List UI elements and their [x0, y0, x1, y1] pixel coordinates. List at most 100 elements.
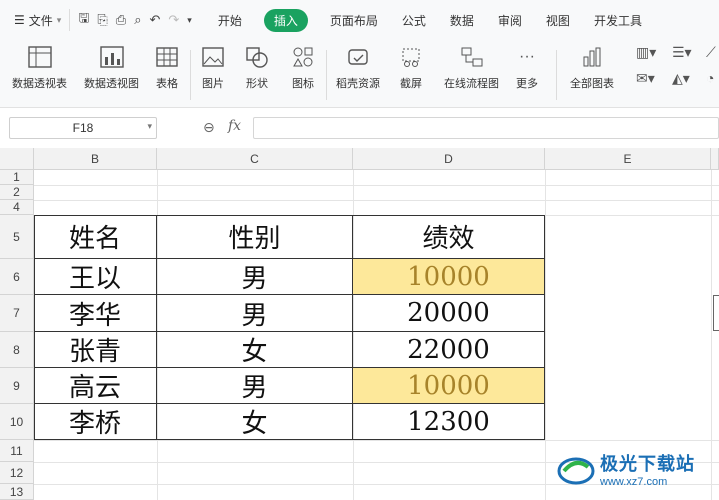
column-header-b[interactable]: B	[34, 148, 157, 170]
more-icon: ···	[519, 48, 535, 65]
tab-review[interactable]: 审阅	[486, 9, 534, 32]
area-chart-icon[interactable]: ◭▾	[672, 70, 690, 87]
picture-label: 图片	[202, 78, 224, 90]
select-all-corner[interactable]	[0, 148, 34, 170]
fx-icon[interactable]: fx	[228, 118, 241, 134]
picture-icon	[200, 44, 226, 70]
shape-button[interactable]: 形状	[244, 44, 270, 91]
more-label: 更多	[516, 78, 538, 90]
docer-resources-label: 稻壳资源	[336, 78, 380, 90]
row-header-4[interactable]: 4	[0, 200, 34, 215]
shape-label: 形状	[246, 78, 268, 90]
file-menu[interactable]: ☰ 文件 ▾	[0, 12, 69, 29]
more-button[interactable]: ··· 更多	[514, 44, 540, 91]
file-menu-label: 文件	[28, 13, 53, 28]
row-header-5[interactable]: 5	[0, 215, 34, 259]
table-cell[interactable]: 女	[157, 404, 353, 440]
row-header-2[interactable]: 2	[0, 185, 34, 200]
table-cell[interactable]: 男	[157, 368, 353, 404]
print-preview-icon[interactable]: ⌕	[134, 12, 141, 28]
table-button[interactable]: 表格	[154, 44, 180, 91]
formula-input[interactable]	[253, 117, 719, 139]
pie-chart-icon[interactable]: ◔	[706, 70, 714, 86]
table-cell[interactable]: 高云	[34, 368, 157, 404]
table-cell[interactable]: 张青	[34, 332, 157, 368]
line-chart-icon[interactable]: ⟋	[706, 44, 716, 61]
name-box[interactable]: F18 ▾	[9, 117, 157, 139]
tab-home[interactable]: 开始	[206, 9, 254, 32]
table-cell[interactable]: 李华	[34, 295, 157, 332]
watermark-url: www.xz7.com	[600, 476, 668, 488]
all-charts-button[interactable]: 全部图表	[570, 44, 614, 91]
chevron-down-icon: ▾	[56, 14, 62, 25]
header-cell-gender[interactable]: 性别	[157, 215, 353, 259]
redo-icon[interactable]: ↷	[168, 12, 179, 28]
envelope-chart-icon[interactable]: ✉▾	[636, 70, 655, 87]
row-header-10[interactable]: 10	[0, 404, 34, 440]
bar-chart-icon	[579, 44, 605, 70]
pivot-chart-button[interactable]: 数据透视图	[84, 44, 139, 91]
row-header-1[interactable]: 1	[0, 170, 34, 185]
column-header-c[interactable]: C	[157, 148, 353, 170]
all-charts-label: 全部图表	[570, 78, 614, 90]
tab-data[interactable]: 数据	[438, 9, 486, 32]
table-cell-highlighted[interactable]: 10000	[353, 368, 545, 404]
scissors-icon	[398, 44, 424, 70]
gridline	[545, 170, 546, 500]
screenshot-button[interactable]: 截屏	[398, 44, 424, 91]
picture-button[interactable]: 图片	[200, 44, 226, 91]
tab-developer[interactable]: 开发工具	[582, 9, 654, 32]
pivot-chart-icon	[99, 44, 125, 70]
online-flowchart-label: 在线流程图	[444, 78, 499, 90]
table-cell[interactable]: 男	[157, 259, 353, 295]
hamburger-icon: ☰	[14, 13, 25, 27]
table-cell[interactable]: 12300	[353, 404, 545, 440]
tab-insert[interactable]: 插入	[263, 8, 308, 32]
table-cell[interactable]: 王以	[34, 259, 157, 295]
docer-resources-button[interactable]: 稻壳资源	[336, 44, 380, 91]
column-chart-icon[interactable]: ▥▾	[636, 44, 656, 61]
table-icon	[154, 44, 180, 70]
table-cell[interactable]: 22000	[353, 332, 545, 368]
save-icon[interactable]: 🖫	[78, 9, 89, 31]
bar-chart-horizontal-icon[interactable]: ☰▾	[672, 44, 692, 61]
column-header-d[interactable]: D	[353, 148, 545, 170]
column-header-e[interactable]: E	[545, 148, 711, 170]
customize-icon[interactable]: ▾	[187, 15, 192, 26]
tab-view[interactable]: 视图	[534, 9, 582, 32]
table-cell[interactable]: 男	[157, 295, 353, 332]
pivot-chart-label: 数据透视图	[84, 78, 139, 90]
row-header-6[interactable]: 6	[0, 259, 34, 295]
row-header-13[interactable]: 13	[0, 484, 34, 500]
table-cell[interactable]: 李桥	[34, 404, 157, 440]
row-header-12[interactable]: 12	[0, 462, 34, 484]
site-watermark: 极光下载站 www.xz7.com	[556, 444, 716, 494]
table-cell-highlighted[interactable]: 10000	[353, 259, 545, 295]
row-header-11[interactable]: 11	[0, 440, 34, 462]
table-cell[interactable]: 女	[157, 332, 353, 368]
tab-formulas[interactable]: 公式	[390, 9, 438, 32]
offscreen-cell	[713, 295, 719, 331]
pivot-table-icon	[27, 44, 53, 70]
row-header-7[interactable]: 7	[0, 295, 34, 332]
print-icon[interactable]: ⎙	[116, 12, 126, 28]
export-icon[interactable]: ⎘	[97, 12, 107, 28]
header-cell-name[interactable]: 姓名	[34, 215, 157, 259]
zoom-icon[interactable]: ⊖	[203, 119, 215, 136]
gridline	[34, 440, 719, 441]
chevron-down-icon: ▾	[147, 121, 152, 131]
pivot-table-button[interactable]: 数据透视表	[12, 44, 67, 91]
column-header-f[interactable]	[711, 148, 719, 170]
ribbon-divider	[556, 50, 557, 100]
row-header-8[interactable]: 8	[0, 332, 34, 368]
row-header-9[interactable]: 9	[0, 368, 34, 404]
online-flowchart-button[interactable]: 在线流程图	[444, 44, 499, 91]
cell-reference: F18	[72, 121, 94, 135]
tab-page-layout[interactable]: 页面布局	[318, 9, 390, 32]
table-cell[interactable]: 20000	[353, 295, 545, 332]
icons-button[interactable]: 图标	[290, 44, 316, 91]
flowchart-icon	[459, 44, 485, 70]
formula-bar: F18 ▾ ⊖ fx	[0, 108, 719, 148]
header-cell-performance[interactable]: 绩效	[353, 215, 545, 259]
undo-icon[interactable]: ↶	[149, 12, 160, 28]
